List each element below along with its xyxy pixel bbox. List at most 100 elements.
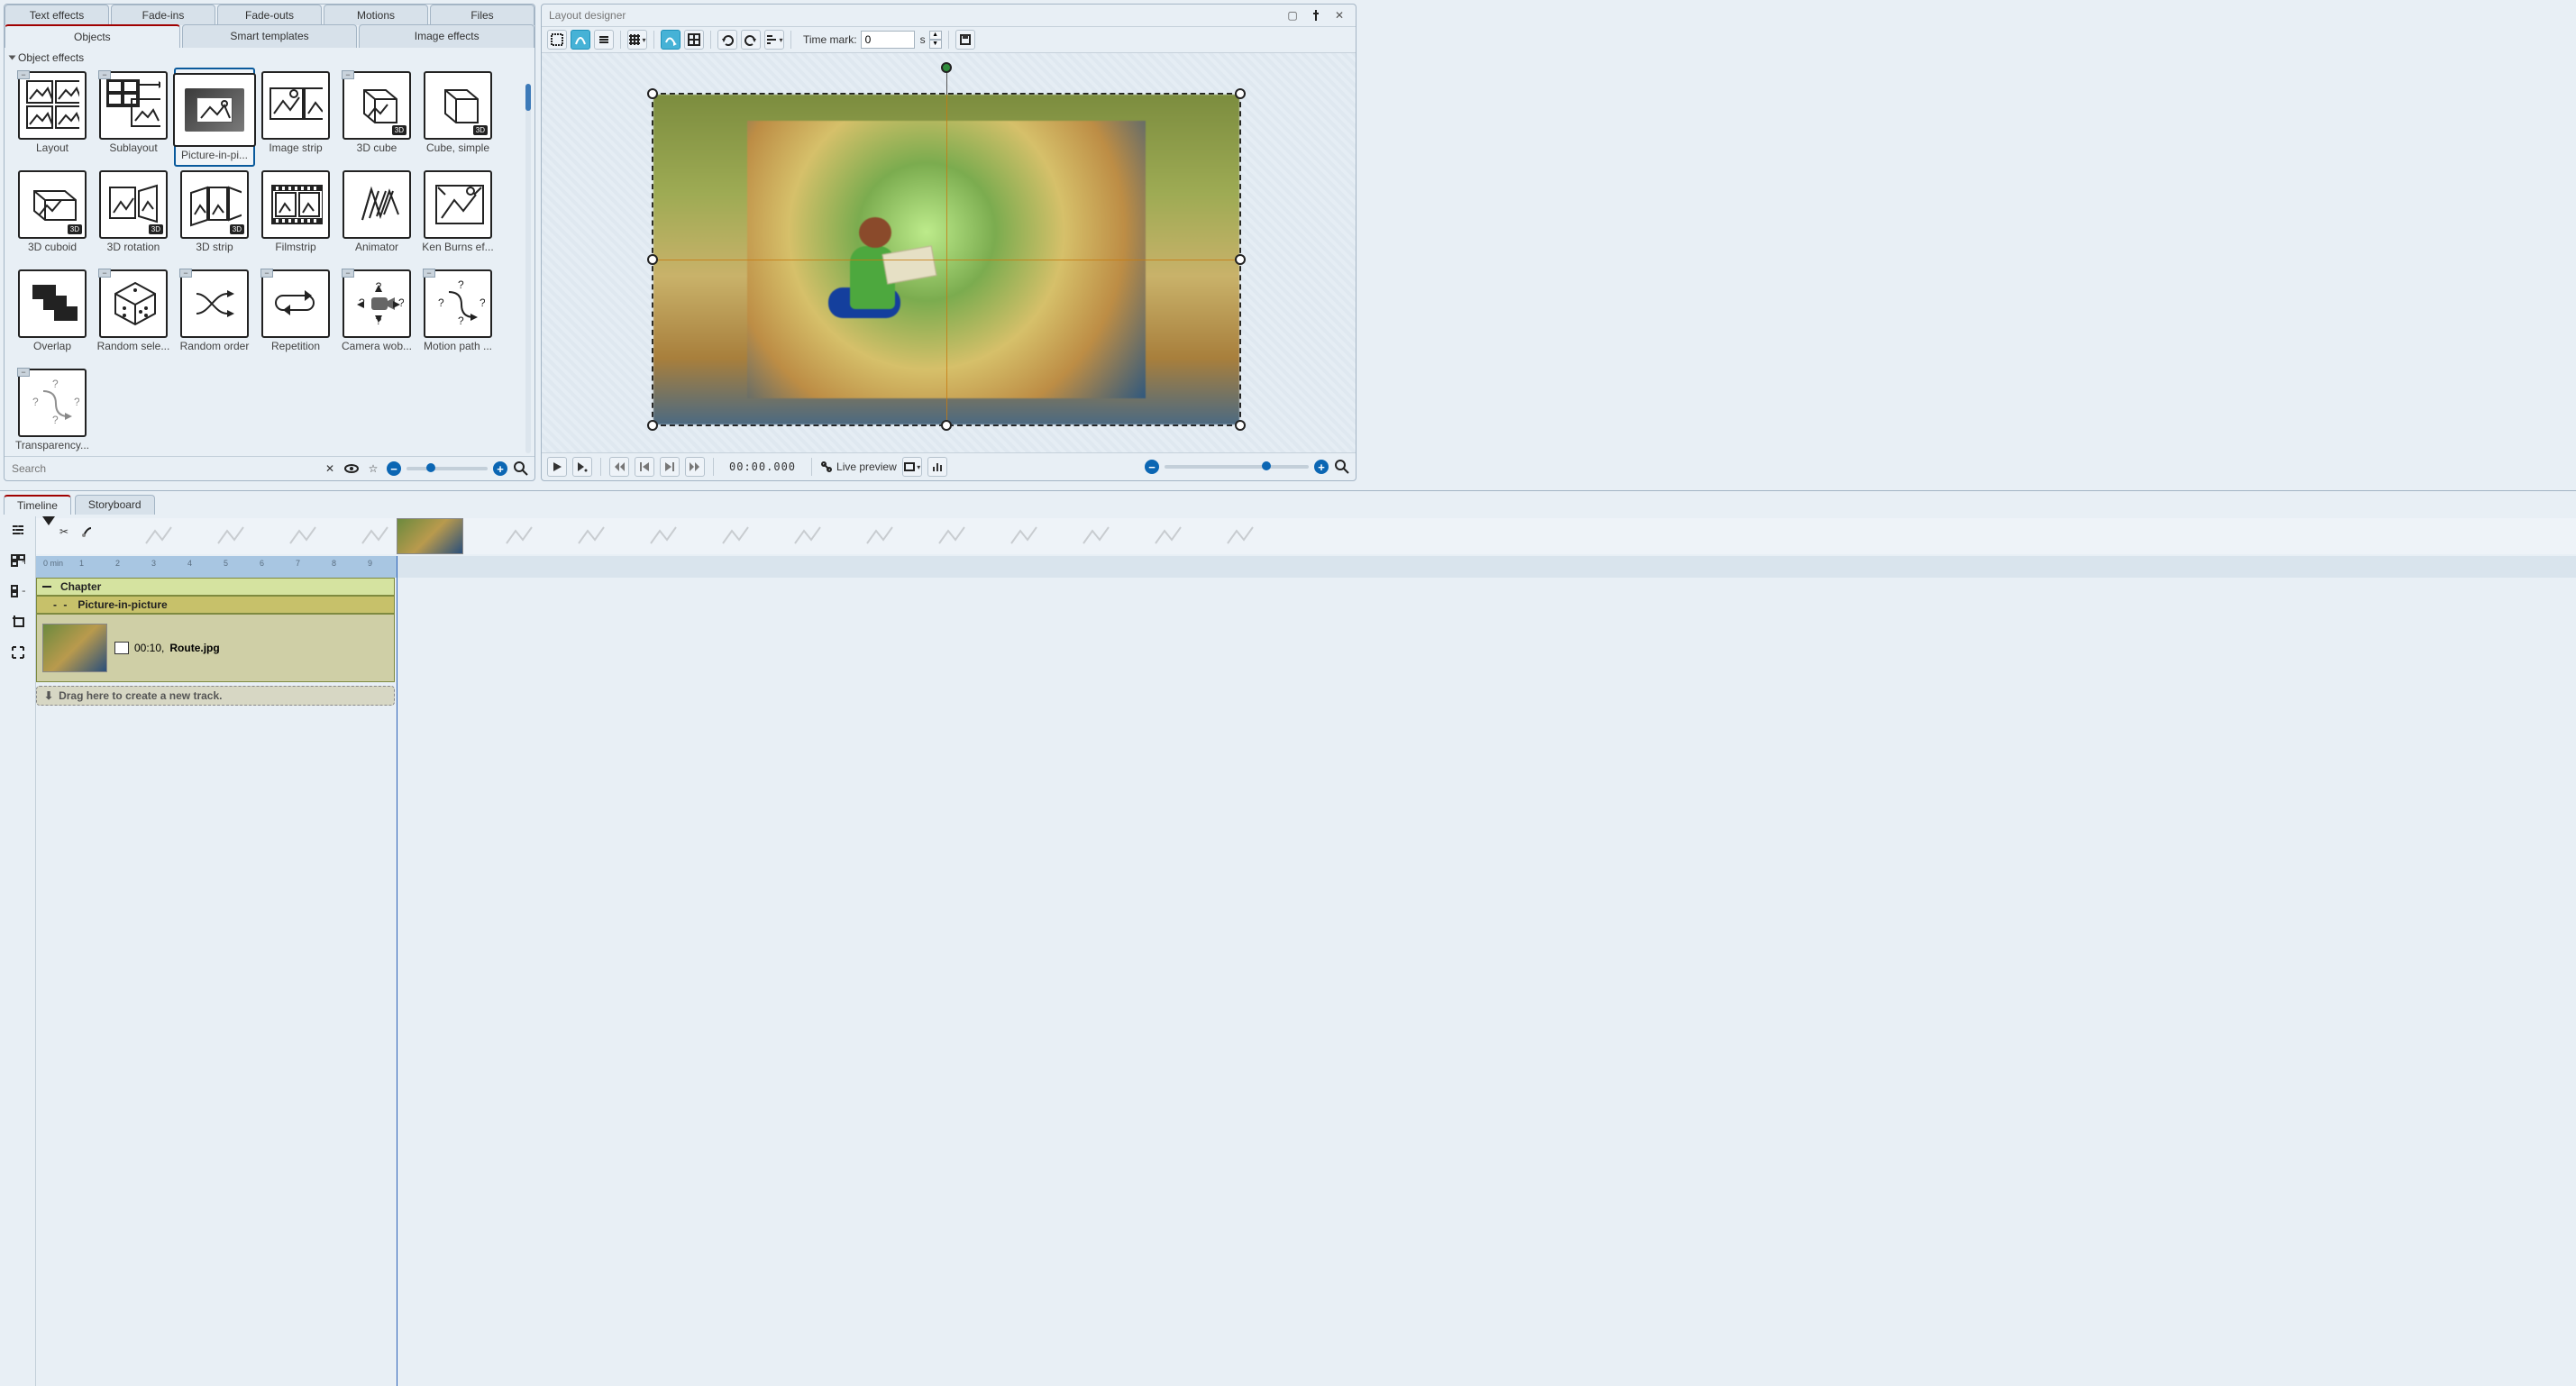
handle-br[interactable]	[1235, 420, 1246, 431]
canvas-zoom-out[interactable]: −	[1145, 460, 1159, 474]
obj-image-strip[interactable]: Image strip	[255, 68, 336, 167]
layout-canvas[interactable]	[542, 53, 1356, 452]
play-button[interactable]	[547, 457, 567, 477]
overview-strip[interactable]: ✂	[36, 518, 2576, 554]
obj-transparency[interactable]: − ???? Transparency...	[12, 365, 93, 456]
objects-scrollbar[interactable]	[525, 84, 531, 453]
next-button[interactable]	[660, 457, 680, 477]
tab-timeline[interactable]: Timeline	[4, 495, 71, 515]
align-tool[interactable]: ▾	[764, 30, 784, 50]
canvas-zoom-slider[interactable]	[1165, 465, 1309, 469]
tab-fade-outs[interactable]: Fade-outs	[217, 5, 322, 25]
zoom-out-button[interactable]: −	[387, 461, 401, 476]
track-clip[interactable]: 00:10, Route.jpg	[36, 614, 395, 682]
save-button[interactable]	[955, 30, 975, 50]
tab-image-effects[interactable]: Image effects	[359, 24, 534, 48]
obj-random-selection[interactable]: − Random sele...	[93, 266, 174, 365]
obj-random-order[interactable]: − Random order	[174, 266, 255, 365]
tl-add-track[interactable]: +	[7, 551, 29, 570]
handle-tl[interactable]	[647, 88, 658, 99]
tab-smart-templates[interactable]: Smart templates	[182, 24, 358, 48]
overview-thumb[interactable]	[397, 518, 463, 554]
expand-toggle[interactable]: −	[17, 368, 30, 377]
last-button[interactable]	[685, 457, 705, 477]
tab-fade-ins[interactable]: Fade-ins	[111, 5, 215, 25]
selection-box[interactable]	[652, 93, 1241, 426]
time-spinner[interactable]: ▲▼	[929, 31, 942, 49]
path-tool[interactable]	[661, 30, 681, 50]
expand-toggle[interactable]: −	[179, 269, 192, 278]
clip-thumb[interactable]	[42, 624, 107, 672]
obj-repetition[interactable]: − Repetition	[255, 266, 336, 365]
expand-toggle[interactable]: −	[342, 269, 354, 278]
preview-options[interactable]: ▾	[902, 457, 922, 477]
cut-tool[interactable]: ✂	[56, 524, 72, 540]
obj-3d-cuboid[interactable]: 3D 3D cuboid	[12, 167, 93, 266]
curve-tool[interactable]	[571, 30, 590, 50]
expand-toggle[interactable]: −	[260, 269, 273, 278]
pin-button[interactable]	[1307, 8, 1325, 23]
obj-layout[interactable]: − Layout	[12, 68, 93, 167]
time-input[interactable]	[861, 31, 915, 49]
canvas-fit-button[interactable]	[1334, 459, 1350, 475]
rotate-handle[interactable]	[941, 62, 952, 73]
expand-toggle[interactable]: −	[17, 70, 30, 79]
close-button[interactable]: ✕	[1330, 8, 1348, 23]
expand-toggle[interactable]: −	[342, 70, 354, 79]
first-button[interactable]	[609, 457, 629, 477]
brush-tool[interactable]	[79, 524, 96, 540]
play-from-button[interactable]	[572, 457, 592, 477]
grid-tool[interactable]: ▾	[627, 30, 647, 50]
tab-objects[interactable]: Objects	[5, 24, 180, 48]
obj-3d-cube[interactable]: − 3D 3D cube	[336, 68, 417, 167]
tab-motions[interactable]: Motions	[324, 5, 428, 25]
time-ruler[interactable]: 0 min 1 2 3 4 5 6 7 8 9	[36, 556, 2576, 578]
canvas-zoom-in[interactable]: +	[1314, 460, 1329, 474]
zoom-in-button[interactable]: +	[493, 461, 507, 476]
rotate-ccw-tool[interactable]	[741, 30, 761, 50]
tab-text-effects[interactable]: Text effects	[5, 5, 109, 25]
tab-storyboard[interactable]: Storyboard	[75, 495, 155, 515]
tl-settings[interactable]	[7, 520, 29, 540]
tl-crop[interactable]	[7, 612, 29, 632]
handle-bl[interactable]	[647, 420, 658, 431]
thumb-size-slider[interactable]	[406, 467, 488, 470]
tab-files[interactable]: Files	[430, 5, 534, 25]
maximize-button[interactable]: ▢	[1283, 8, 1302, 23]
visibility-icon[interactable]	[343, 460, 360, 477]
handle-ml[interactable]	[647, 254, 658, 265]
timeline-main[interactable]: ✂	[36, 516, 2576, 1386]
list-tool[interactable]	[594, 30, 614, 50]
tl-fit[interactable]	[7, 643, 29, 662]
obj-overlap[interactable]: Overlap	[12, 266, 93, 365]
expand-toggle[interactable]: −	[423, 269, 435, 278]
strip-marker[interactable]	[42, 516, 55, 525]
table-tool[interactable]	[684, 30, 704, 50]
obj-motion-path[interactable]: − ???? Motion path ...	[417, 266, 498, 365]
obj-3d-rotation[interactable]: 3D 3D rotation	[93, 167, 174, 266]
search-zoom-icon[interactable]	[513, 460, 529, 477]
obj-camera-wobble[interactable]: − ???? Camera wob...	[336, 266, 417, 365]
clear-search-button[interactable]: ✕	[322, 460, 338, 477]
expand-toggle[interactable]: −	[98, 269, 111, 278]
obj-filmstrip[interactable]: Filmstrip	[255, 167, 336, 266]
expand-toggle[interactable]: −	[98, 70, 111, 79]
obj-animator[interactable]: Animator	[336, 167, 417, 266]
handle-mr[interactable]	[1235, 254, 1246, 265]
favorite-icon[interactable]: ☆	[365, 460, 381, 477]
obj-cube-simple[interactable]: 3D Cube, simple	[417, 68, 498, 167]
search-input[interactable]	[10, 460, 316, 477]
obj-3d-strip[interactable]: 3D 3D strip	[174, 167, 255, 266]
track-pip[interactable]: - -Picture-in-picture	[36, 596, 395, 614]
equalizer-button[interactable]	[927, 457, 947, 477]
tl-remove-track[interactable]: −	[7, 581, 29, 601]
section-header[interactable]: Object effects	[5, 48, 534, 68]
prev-button[interactable]	[635, 457, 654, 477]
handle-tr[interactable]	[1235, 88, 1246, 99]
handle-mb[interactable]	[941, 420, 952, 431]
obj-sublayout[interactable]: − Sublayout	[93, 68, 174, 167]
drop-track[interactable]: ⬇ Drag here to create a new track.	[36, 686, 395, 706]
live-preview-toggle[interactable]: Live preview	[820, 457, 897, 477]
obj-picture-in-picture[interactable]: Picture-in-pi...	[174, 68, 255, 167]
rotate-cw-tool[interactable]	[717, 30, 737, 50]
